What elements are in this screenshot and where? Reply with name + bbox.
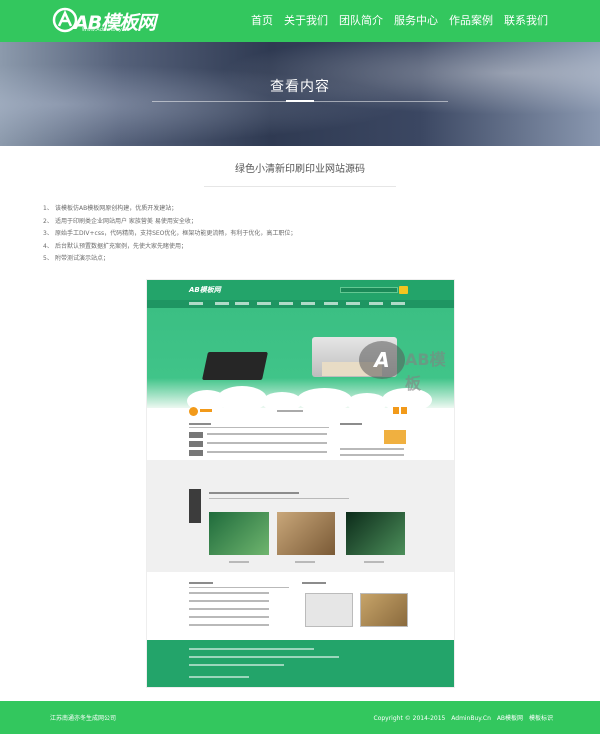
feature-text: 适用于印刷类企业网站用户 家族营美 易使用安全收；: [55, 217, 197, 225]
preview-products-label: [189, 489, 201, 523]
feature-item: 2、 适用于印刷类企业网站用户 家族营美 易使用安全收；: [43, 216, 296, 229]
feature-item: 3、 原始手工DIV+css，代码精简，支持SEO优化，框架功能更流畅，有利于优化…: [43, 228, 296, 241]
site-logo[interactable]: AB模板网 Www.AdminBuy.Cn: [52, 7, 162, 35]
copyright-text: Copyright © 2014-2015: [373, 715, 446, 722]
preview-news-bar: [189, 406, 409, 418]
preview-nav: [147, 300, 454, 308]
feature-item: 4、 后台默认预置数据扩充案例，先使大家先睹使用；: [43, 241, 296, 254]
preview-footer: [147, 640, 454, 687]
preview-search-icon: [399, 286, 408, 294]
preview-search-box: [340, 287, 398, 293]
nav-item-about[interactable]: 关于我们: [284, 12, 328, 28]
product-thumbnail: [346, 512, 405, 555]
watermark-logo: A: [359, 341, 405, 379]
news-icon: [189, 407, 198, 416]
main-nav: 首页 关于我们 团队简介 服务中心 作品案例 联系我们: [240, 12, 548, 28]
arrow-right-icon: [401, 407, 407, 414]
feature-text: 附带测试演示站点；: [55, 255, 110, 263]
nav-item-cases[interactable]: 作品案例: [449, 12, 493, 28]
feature-number: 3、: [43, 230, 53, 238]
feature-text: 该模板仿AB模板网原创构建，优质开发建站；: [55, 205, 178, 212]
printer-image: [202, 352, 268, 380]
feature-number: 5、: [43, 255, 53, 263]
article-divider: [204, 186, 396, 187]
banner-title: 查看内容: [270, 79, 330, 95]
preview-header: AB模板网: [147, 280, 454, 300]
nav-item-services[interactable]: 服务中心: [394, 12, 438, 28]
nav-item-team[interactable]: 团队简介: [339, 12, 383, 28]
footer-brand-link[interactable]: AB模板网: [497, 715, 523, 722]
nav-item-home[interactable]: 首页: [251, 12, 273, 28]
product-thumbnail: [209, 512, 269, 555]
watermark-text: AB模板: [405, 350, 446, 393]
feature-number: 4、: [43, 242, 53, 250]
article-title: 绿色小清新印刷印业网站源码: [235, 164, 365, 175]
arrow-left-icon: [393, 407, 399, 414]
site-footer: 江苏南通亦冬生成网公司 Copyright © 2014-2015 AdminB…: [0, 701, 600, 734]
feature-text: 后台默认预置数据扩充案例，先使大家先睹使用；: [55, 242, 188, 250]
footer-company: 江苏南通亦冬生成网公司: [50, 715, 117, 722]
banner-divider-highlight: [286, 100, 314, 102]
product-thumbnail: [277, 512, 335, 555]
feature-number: 2、: [43, 217, 53, 225]
logo-subtitle: Www.AdminBuy.Cn: [82, 27, 130, 33]
footer-copyright: Copyright © 2014-2015 AdminBuy.Cn AB模板网 …: [370, 713, 554, 722]
feature-item: 5、 附带测试演示站点；: [43, 253, 296, 266]
page-banner: 查看内容: [0, 42, 600, 146]
feature-number: 1、: [43, 205, 53, 212]
feature-item: 1、 该模板仿AB模板网原创构建，优质开发建站；: [43, 203, 296, 216]
feature-text: 原始手工DIV+css，代码精简，支持SEO优化，框架功能更流畅，有利于优化，高…: [55, 230, 297, 238]
footer-extra-link[interactable]: 模板标识: [529, 715, 553, 722]
feature-list: 1、 该模板仿AB模板网原创构建，优质开发建站； 2、 适用于印刷类企业网站用户 家…: [43, 203, 296, 266]
footer-site-link[interactable]: AdminBuy.Cn: [451, 715, 491, 722]
preview-logo: AB模板网: [189, 286, 221, 294]
template-preview-image: AB模板网 A AB模板: [146, 279, 455, 688]
site-header: AB模板网 Www.AdminBuy.Cn 首页 关于我们 团队简介 服务中心 …: [0, 0, 600, 42]
nav-item-contact[interactable]: 联系我们: [504, 12, 548, 28]
